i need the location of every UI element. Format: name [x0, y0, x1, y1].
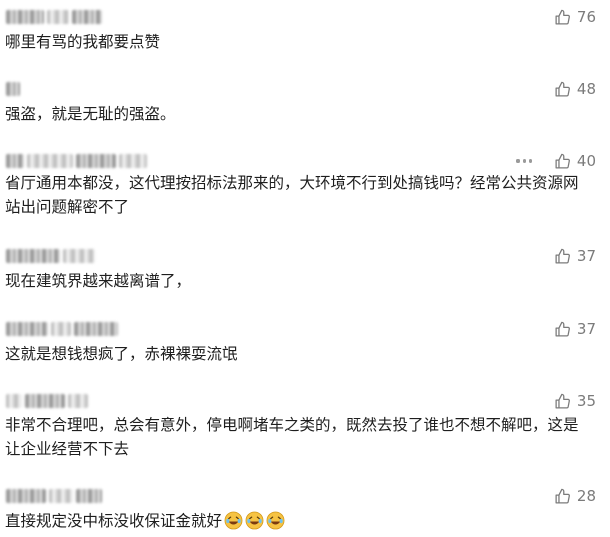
thumbs-up-icon [555, 393, 570, 409]
comment-text: 非常不合理吧，总会有意外，停电啊堵车之类的，既然去投了谁也不想不解吧，这是让企业… [5, 416, 579, 458]
comment-text: 哪里有骂的我都要点赞 [5, 33, 161, 51]
thumbs-up-icon [555, 321, 570, 337]
author-nickname[interactable] [6, 245, 95, 267]
laughing-crying-emoji [266, 511, 285, 537]
thumbs-up-icon [555, 81, 570, 97]
comment-text: 直接规定没中标没收保证金就好 [5, 509, 596, 537]
like-count: 76 [576, 8, 596, 26]
like-count: 48 [576, 80, 596, 98]
like-button[interactable]: 35 [554, 390, 596, 412]
author-nickname[interactable] [6, 318, 118, 340]
thumbs-up-icon [555, 488, 570, 504]
comment-text: 强盗，就是无耻的强盗。 [5, 105, 176, 123]
comment-text-body: 直接规定没中标没收保证金就好 [5, 512, 223, 530]
more-dots-icon [516, 159, 520, 163]
like-button[interactable]: 48 [554, 78, 596, 100]
like-count: 40 [576, 152, 596, 170]
like-count: 28 [576, 487, 596, 505]
comment-text: 省厅通用本都没，这代理按招标法那来的，大环境不行到处搞钱吗？经常公共资源网站出问… [5, 174, 579, 216]
author-nickname[interactable] [6, 150, 147, 172]
like-button[interactable]: 37 [554, 318, 596, 340]
author-nickname[interactable] [6, 78, 20, 100]
like-button[interactable]: 37 [554, 245, 596, 267]
more-dots-icon [522, 159, 526, 163]
more-menu-button[interactable] [516, 150, 532, 172]
comment-text: 现在建筑界越来越离谱了， [5, 272, 192, 290]
author-nickname[interactable] [6, 485, 102, 507]
like-button[interactable]: 40 [554, 150, 596, 172]
like-count: 37 [576, 247, 596, 265]
thumbs-up-icon [555, 248, 570, 264]
like-button[interactable]: 76 [554, 6, 596, 28]
like-button[interactable]: 28 [554, 485, 596, 507]
comment-text: 这就是想钱想疯了，赤裸裸耍流氓 [5, 345, 238, 363]
author-nickname[interactable] [6, 390, 88, 412]
comment-list: 76 哪里有骂的我都要点赞 48 强盗，就是无耻的强盗。 40 省厅通用本都没，… [0, 0, 610, 536]
laughing-crying-emoji [245, 511, 264, 537]
like-count: 35 [576, 392, 596, 410]
thumbs-up-icon [555, 153, 570, 169]
author-nickname[interactable] [6, 6, 102, 28]
laughing-crying-emoji [224, 511, 243, 537]
more-dots-icon [528, 159, 532, 163]
like-count: 37 [576, 320, 596, 338]
thumbs-up-icon [555, 9, 570, 25]
